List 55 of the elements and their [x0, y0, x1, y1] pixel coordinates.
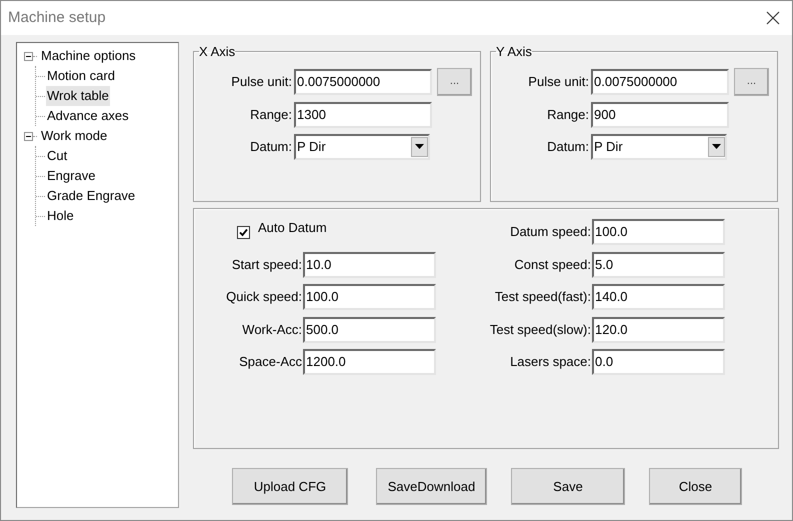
tree-item[interactable]: Work mode	[40, 126, 108, 146]
text-field[interactable]: 100.0	[303, 284, 436, 310]
group-title: Y Axis	[496, 43, 532, 61]
text-field[interactable]: 1200.0	[303, 349, 436, 375]
text-field[interactable]: 10.0	[303, 252, 436, 278]
checkbox-label: Auto Datum	[258, 219, 327, 238]
group-title: X Axis	[199, 43, 236, 61]
field-label: Datum:	[546, 138, 590, 156]
field-label: Pulse unit:	[527, 72, 590, 91]
dropdown[interactable]: P Dir	[591, 134, 727, 160]
text-field[interactable]: 900	[591, 102, 729, 128]
dialog-button[interactable]: Upload CFG	[232, 468, 348, 505]
field-label: Datum speed:	[509, 223, 592, 242]
collapse-icon[interactable]	[24, 52, 33, 60]
text-field[interactable]: 0.0075000000	[591, 68, 729, 94]
field-label: Range:	[249, 106, 293, 124]
field-label: Pulse unit:	[230, 72, 293, 91]
browse-button[interactable]: ...	[734, 68, 769, 96]
dialog-button[interactable]: Close	[649, 468, 742, 505]
tree-item[interactable]: Cut	[46, 146, 68, 166]
dialog-button[interactable]: SaveDownload	[376, 468, 487, 505]
close-icon[interactable]	[766, 11, 780, 25]
tree-item[interactable]: Machine options	[40, 46, 137, 66]
text-field[interactable]: 140.0	[592, 284, 725, 310]
tree-item[interactable]: Wrok table	[46, 86, 110, 106]
tree-item[interactable]: Advance axes	[46, 106, 130, 126]
tree-item[interactable]: Hole	[46, 206, 75, 226]
dropdown-caret-icon	[415, 144, 424, 149]
checkbox[interactable]	[237, 226, 250, 238]
browse-button[interactable]: ...	[437, 68, 472, 96]
field-label: Start speed:	[230, 256, 303, 274]
field-label: Work-Acc:	[241, 320, 303, 339]
field-label: Lasers space:	[509, 353, 592, 372]
text-field[interactable]: 5.0	[592, 252, 725, 278]
text-field[interactable]: 120.0	[592, 316, 725, 342]
window-title: Machine setup	[8, 8, 106, 28]
text-field[interactable]: 0.0	[592, 349, 725, 375]
field-label: Const speed:	[513, 256, 592, 274]
dialog-button[interactable]: Save	[511, 468, 625, 505]
field-label: Quick speed:	[225, 288, 303, 306]
tree-item[interactable]: Motion card	[46, 66, 116, 86]
dropdown-caret-icon	[712, 144, 721, 149]
field-label: Test speed(fast):	[494, 288, 592, 306]
field-label: Test speed(slow):	[488, 320, 592, 339]
text-field[interactable]: 100.0	[592, 219, 725, 245]
collapse-icon[interactable]	[24, 132, 33, 140]
dropdown[interactable]: P Dir	[294, 134, 430, 160]
field-label: Range:	[546, 106, 590, 124]
field-label: Datum:	[249, 138, 293, 156]
tree-item[interactable]: Engrave	[46, 166, 96, 186]
text-field[interactable]: 1300	[294, 102, 432, 128]
text-field[interactable]: 0.0075000000	[294, 68, 432, 94]
field-label: Space-Acc	[238, 353, 303, 372]
text-field[interactable]: 500.0	[303, 316, 436, 342]
tree-item[interactable]: Grade Engrave	[46, 186, 136, 206]
